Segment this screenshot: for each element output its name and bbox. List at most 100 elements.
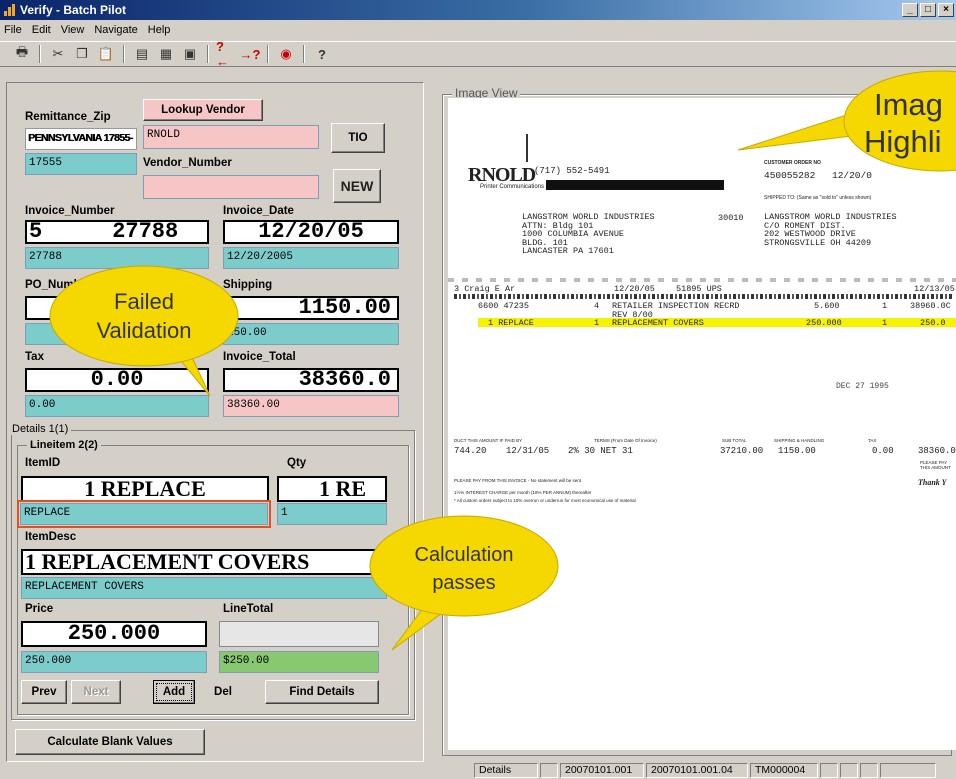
bill-code: 30010: [718, 213, 744, 223]
invoice-number-label: Invoice_Number: [25, 205, 115, 217]
qty-input[interactable]: 1: [277, 503, 387, 525]
line2-price: 250.000: [806, 318, 842, 328]
shipping-input[interactable]: 150.00: [223, 323, 399, 345]
totals-label-discount: DUCT THIS AMOUNT IF PAID BY: [454, 438, 523, 443]
item-desc-label: ItemDesc: [25, 531, 77, 543]
vendor-number-input[interactable]: [143, 175, 319, 199]
minimize-button[interactable]: _: [902, 3, 918, 17]
menu-edit[interactable]: Edit: [32, 24, 51, 36]
vendor-name-input[interactable]: RNOLD: [143, 125, 319, 149]
cut-icon[interactable]: ✂: [48, 44, 68, 64]
tax-input[interactable]: 0.00: [25, 395, 209, 417]
tio-button[interactable]: TIO: [331, 123, 385, 153]
item-desc-input[interactable]: REPLACEMENT COVERS: [21, 577, 387, 599]
image-highlight-callout-text: Imag Highli: [864, 86, 956, 160]
lifebuoy-icon[interactable]: ◉: [276, 44, 296, 64]
callout-line: Validation: [96, 318, 192, 343]
failed-validation-callout-text: Failed Validation: [66, 287, 222, 345]
order-ship: 51895 UPS: [676, 284, 722, 294]
bill-to-address: LANGSTROM WORLD INDUSTRIES ATTN: Bldg 10…: [522, 213, 655, 256]
status-empty: [820, 763, 838, 778]
del-button[interactable]: Del: [203, 680, 243, 704]
new-button[interactable]: NEW: [333, 169, 381, 203]
status-batch: 20070101.001: [560, 763, 644, 778]
price-image-snippet: 250.000: [21, 621, 207, 647]
totals-label-terms: TERMS (From Date Of Invoice): [594, 438, 657, 443]
printer-icon[interactable]: 🖶: [12, 44, 32, 64]
next-button[interactable]: Next: [71, 680, 121, 704]
frame-icon[interactable]: ▣: [180, 44, 200, 64]
line1-price: 5.600: [814, 301, 840, 311]
invoice-image[interactable]: RNOLD Printer Communications (717) 552-5…: [448, 98, 956, 750]
close-button[interactable]: ×: [938, 3, 954, 17]
status-document: 20070101.001.04: [646, 763, 748, 778]
find-details-button[interactable]: Find Details: [265, 680, 379, 704]
footer-line: * All custom orders subject to 10% overr…: [454, 498, 636, 503]
fields-icon[interactable]: ▤: [132, 44, 152, 64]
remittance-zip-input[interactable]: 17555: [25, 153, 137, 175]
status-details: Details: [474, 763, 538, 778]
menu-view[interactable]: View: [61, 24, 85, 36]
help-icon[interactable]: ?: [312, 44, 332, 64]
totals-label-shipping: SHIPPING & HANDLING: [774, 438, 825, 443]
invoice-total-input[interactable]: 38360.00: [223, 395, 399, 417]
line2-qty: 1: [594, 318, 600, 328]
callout-line: Calculation: [414, 544, 514, 566]
details-group-label: Details 1(1): [9, 423, 72, 435]
totals-shipping: 1150.00: [778, 446, 816, 456]
callout-line: Failed: [114, 289, 174, 314]
scan-noise: [454, 294, 952, 299]
toolbar-separator: [39, 45, 41, 63]
please-pay-label: PLEASE PAY THIS AMOUNT: [920, 460, 951, 470]
copy-icon[interactable]: ❐: [72, 44, 92, 64]
vendor-number-label: Vendor_Number: [143, 157, 232, 169]
toolbar-separator: [207, 45, 209, 63]
callout-line: Imag: [874, 87, 943, 122]
lineitem-group-label: Lineitem 2(2): [27, 439, 101, 451]
line-total-input[interactable]: $250.00: [219, 651, 379, 673]
invoice-total-label: Invoice_Total: [223, 351, 296, 363]
status-empty: [840, 763, 858, 778]
app-icon: [4, 4, 16, 16]
totals-label-tax: TAX: [868, 438, 877, 443]
menu-help[interactable]: Help: [148, 24, 171, 36]
invoice-number-image-snippet: 5 27788: [25, 220, 209, 244]
toolbar-separator: [123, 45, 125, 63]
prev-question-icon[interactable]: ?←: [216, 39, 236, 69]
maximize-button[interactable]: □: [920, 3, 936, 17]
price-input[interactable]: 250.000: [21, 651, 207, 673]
status-empty: [880, 763, 936, 778]
ship-to-label: SHIPPED TO: (Same as "sold to" unless sh…: [764, 195, 872, 201]
item-id-label: ItemID: [25, 457, 61, 469]
prev-button[interactable]: Prev: [21, 680, 67, 704]
paste-icon[interactable]: 📋: [96, 44, 116, 64]
invoice-total-image-snippet: 38360.0: [223, 368, 399, 392]
totals-date: 12/31/05: [506, 446, 550, 456]
received-stamp: DEC 27 1995: [836, 382, 889, 391]
item-id-input[interactable]: REPLACE: [20, 503, 268, 525]
next-question-icon[interactable]: →?: [240, 44, 261, 64]
mark-line: [526, 134, 528, 162]
lookup-vendor-button[interactable]: Lookup Vendor: [143, 99, 263, 121]
invoice-date-image-snippet: 12/20/05: [223, 220, 399, 244]
invoice-date-top: 12/20/0: [832, 170, 872, 181]
invoice-date-input[interactable]: 12/20/2005: [223, 247, 399, 269]
add-button[interactable]: Add: [153, 680, 195, 704]
window-title: Verify - Batch Pilot: [20, 3, 127, 17]
toolbar-separator: [267, 45, 269, 63]
totals-discount: 744.20: [454, 446, 487, 456]
invoice-number-input[interactable]: 27788: [25, 247, 209, 269]
grid-icon[interactable]: ▦: [156, 44, 176, 64]
line-total-image-snippet: [219, 621, 379, 647]
line-total-label: LineTotal: [223, 603, 274, 615]
invoice-phone: (717) 552-5491: [534, 166, 610, 176]
status-empty: [540, 763, 558, 778]
menu-file[interactable]: File: [4, 24, 22, 36]
calculate-blank-values-button[interactable]: Calculate Blank Values: [15, 729, 205, 755]
qty-label: Qty: [287, 457, 307, 469]
ship-to-address: LANGSTROM WORLD INDUSTRIES C/O ROMENT DI…: [764, 213, 897, 247]
toolbar: 🖶 ✂ ❐ 📋 ▤ ▦ ▣ ?← →? ◉ ?: [0, 39, 956, 69]
invoice-date-label: Invoice_Date: [223, 205, 294, 217]
menu-navigate[interactable]: Navigate: [94, 24, 137, 36]
invoice-number-image-text: 27788: [112, 220, 179, 244]
